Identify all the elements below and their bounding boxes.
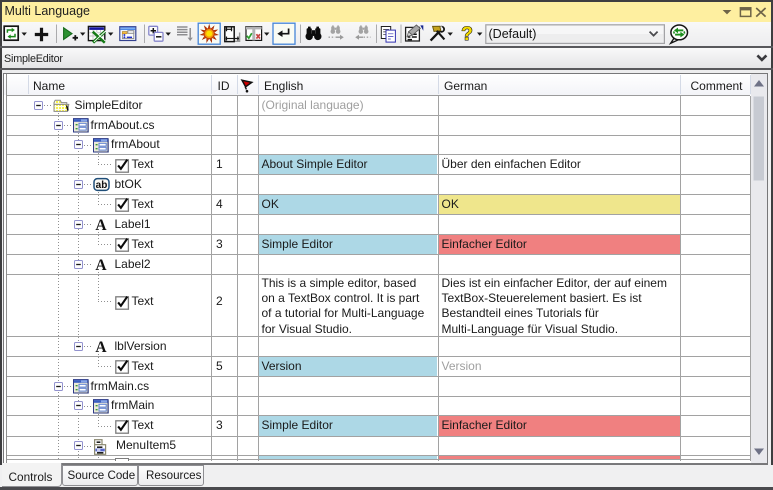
svg-text:ab: ab bbox=[95, 180, 107, 191]
svg-text:?: ? bbox=[461, 24, 473, 45]
svg-text:A: A bbox=[95, 257, 107, 272]
svg-text:A: A bbox=[95, 339, 107, 354]
svg-text:A: A bbox=[95, 217, 107, 232]
svg-text:(Default): (Default) bbox=[489, 27, 537, 41]
